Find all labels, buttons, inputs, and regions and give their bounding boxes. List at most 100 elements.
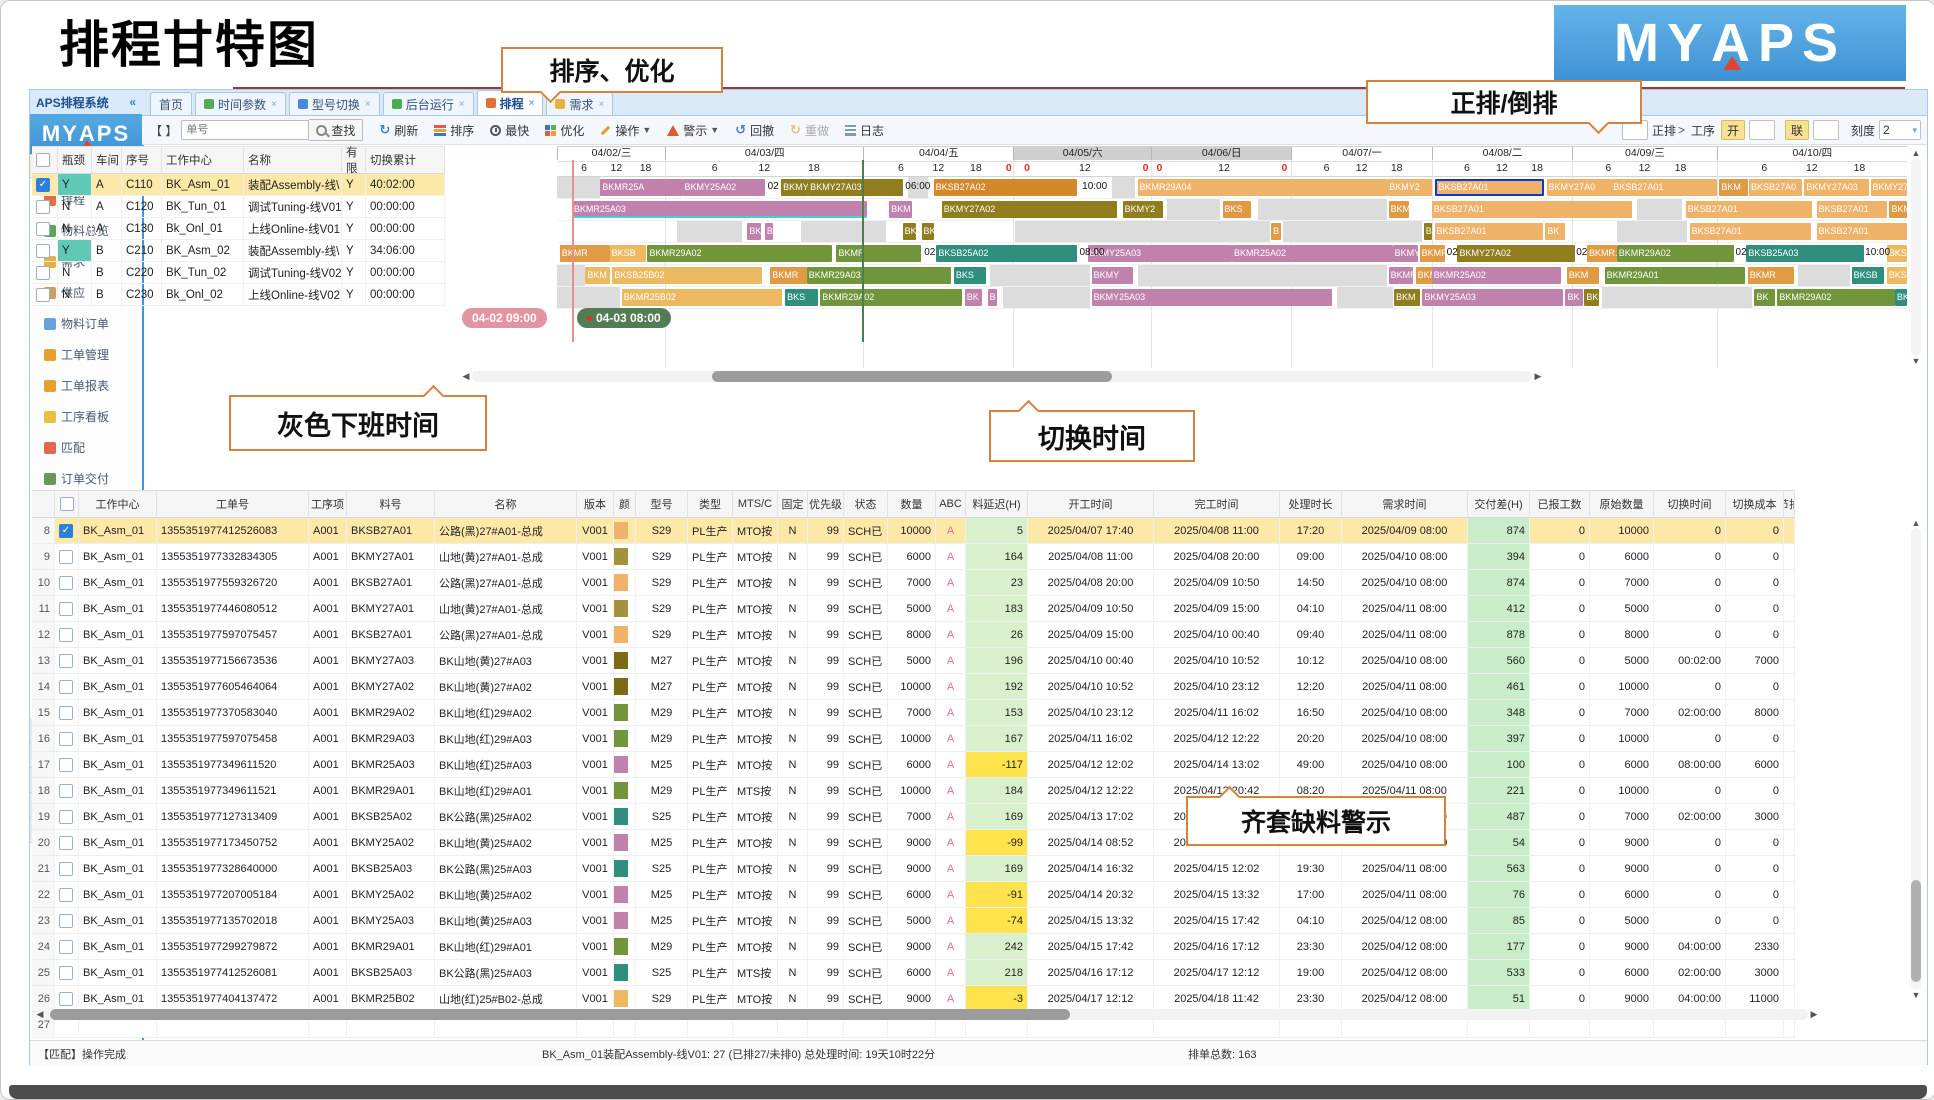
优化-button[interactable]: 优化	[545, 122, 584, 139]
scroll-left-icon[interactable]: ◀	[460, 371, 472, 382]
gantt-task-bar[interactable]: BKMR25A02	[1432, 267, 1562, 284]
row-checkbox[interactable]	[36, 266, 50, 280]
gantt-task-bar[interactable]: BKMR29A02	[820, 289, 962, 306]
最快-button[interactable]: 最快	[490, 122, 529, 139]
tab-后台运行[interactable]: 后台运行×	[383, 92, 474, 115]
process-box[interactable]	[1749, 120, 1775, 140]
row-checkbox[interactable]	[59, 550, 73, 564]
gantt-task-bar[interactable]: BKMR	[560, 245, 610, 262]
resource-row-C220[interactable]: NBC220BK_Tun_02调试Tuning-线V02Y00:00:00	[32, 262, 445, 284]
tab-时间参数[interactable]: 时间参数×	[195, 92, 286, 115]
row-checkbox[interactable]	[59, 654, 73, 668]
row-checkbox[interactable]	[59, 706, 73, 720]
gantt-task-bar[interactable]: BKM	[1389, 201, 1409, 218]
gantt-task-bar[interactable]: B	[765, 223, 773, 240]
gantt-task-bar[interactable]: BKMR29A02	[1617, 245, 1734, 262]
gantt-task-bar[interactable]: BKS	[954, 267, 986, 284]
排序-button[interactable]: 排序	[434, 122, 474, 139]
row-checkbox[interactable]	[59, 836, 73, 850]
gantt-task-bar[interactable]: BKM	[1719, 179, 1747, 196]
gantt-task-bar[interactable]: BKM	[1567, 267, 1599, 284]
gantt-vertical-scrollbar[interactable]: ▲ ▼	[1909, 148, 1923, 366]
row-checkbox[interactable]: ✓	[36, 178, 50, 192]
gantt-task-bar[interactable]: BKMY27A0	[1547, 179, 1612, 196]
row-checkbox[interactable]	[59, 784, 73, 798]
order-row-15[interactable]: 15BK_Asm_011355351977370583040A001BKMR29…	[32, 700, 1795, 726]
row-checkbox[interactable]	[59, 576, 73, 590]
select-all-checkbox[interactable]	[36, 153, 50, 167]
sidebar-item-8[interactable]: 工序看板	[44, 401, 142, 432]
order-row-8[interactable]: 8✓BK_Asm_011355351977412526083A001BKSB27…	[32, 518, 1795, 544]
row-checkbox[interactable]	[59, 940, 73, 954]
select-all-checkbox[interactable]	[60, 497, 74, 511]
scroll-right-icon[interactable]: ▶	[1532, 371, 1544, 382]
gantt-task-bar[interactable]: BKM	[585, 267, 609, 284]
sidebar-collapse-icon[interactable]: «	[129, 95, 136, 109]
gantt-horizontal-scrollbar[interactable]: ◀ ▶	[460, 370, 1544, 383]
gantt-task-bar[interactable]: BKMR25A03	[572, 201, 868, 218]
gantt-task-bar[interactable]: BKMY27A02	[1871, 179, 1907, 196]
gantt-task-bar[interactable]: BKMY2	[1387, 179, 1432, 196]
tab-close-icon[interactable]: ×	[598, 99, 604, 110]
gantt-task-bar[interactable]: BKSB27A01	[1686, 201, 1813, 218]
gantt-task-bar[interactable]: B	[988, 289, 997, 306]
table-vertical-scrollbar[interactable]: ▲ ▼	[1909, 518, 1923, 1000]
gantt-task-bar[interactable]: BKMR29A02	[647, 245, 832, 262]
gantt-task-bar[interactable]: BK	[1545, 223, 1565, 240]
row-checkbox[interactable]	[59, 602, 73, 616]
gantt-task-bar[interactable]: BKMR	[836, 245, 921, 262]
gantt-task-bar[interactable]: BKMR25A02	[1232, 245, 1393, 262]
gantt-task-bar[interactable]: BK	[903, 223, 917, 240]
gantt-task-bar[interactable]: BKMR	[1420, 245, 1446, 262]
gantt-task-bar[interactable]: BKMY27A03	[808, 179, 903, 196]
scroll-up-icon[interactable]: ▲	[1910, 148, 1922, 158]
tab-型号切换[interactable]: 型号切换×	[289, 92, 380, 115]
order-row-19[interactable]: 19BK_Asm_011355351977127313409A001BKSB25…	[32, 804, 1795, 830]
gantt-task-bar[interactable]: BKS	[785, 289, 817, 306]
row-checkbox[interactable]	[36, 222, 50, 236]
gantt-task-bar[interactable]: BKMR	[770, 267, 806, 284]
警示-button[interactable]: 警示▼	[667, 122, 719, 139]
order-search-input[interactable]	[181, 120, 309, 140]
回撤-button[interactable]: ↺回撤	[735, 122, 774, 139]
gantt-task-bar[interactable]: BK	[965, 289, 983, 306]
gantt-task-bar[interactable]: BKM	[889, 201, 912, 218]
order-row-10[interactable]: 10BK_Asm_011355351977559326720A001BKSB27…	[32, 570, 1795, 596]
time-marker-pill-green[interactable]: 04-03 08:00	[577, 308, 671, 328]
order-row-25[interactable]: 25BK_Asm_011355351977412526081A001BKSB25…	[32, 960, 1795, 986]
gantt-task-bar[interactable]: BKMR29A03	[807, 267, 951, 284]
row-checkbox[interactable]	[36, 288, 50, 302]
gantt-task-bar[interactable]: BKSB27A01	[1611, 179, 1716, 196]
sidebar-item-5[interactable]: 物料订单	[44, 308, 142, 339]
row-checkbox[interactable]	[59, 914, 73, 928]
gantt-task-bar[interactable]: BKSB27A01	[1690, 223, 1812, 240]
scroll-right-icon[interactable]: ▶	[1808, 1009, 1820, 1020]
gantt-task-bar[interactable]: BKMR25B02	[622, 289, 783, 306]
row-checkbox[interactable]	[59, 758, 73, 772]
gantt-task-bar[interactable]: BK	[1754, 289, 1774, 306]
order-row-13[interactable]: 13BK_Asm_011355351977156673536A001BKMY27…	[32, 648, 1795, 674]
刷新-button[interactable]: ↻刷新	[379, 122, 418, 139]
gantt-task-bar[interactable]: BK	[1584, 289, 1599, 306]
gantt-task-bar[interactable]: BKMY	[1092, 267, 1134, 284]
order-row-20[interactable]: 20BK_Asm_011355351977173450752A001BKMY25…	[32, 830, 1795, 856]
time-marker-pill-red[interactable]: 04-02 09:00	[462, 308, 547, 328]
gantt-task-bar[interactable]: B	[1271, 223, 1280, 240]
gantt-task-bar[interactable]: BK	[922, 223, 934, 240]
process-on-toggle[interactable]: 开	[1721, 120, 1745, 140]
gantt-task-bar[interactable]: BKMR29A02	[1777, 289, 1894, 306]
order-row-23[interactable]: 23BK_Asm_011355351977135702018A001BKMY25…	[32, 908, 1795, 934]
gantt-task-bar[interactable]: BKMY25A02	[683, 179, 765, 196]
gantt-task-bar[interactable]: B	[1424, 223, 1432, 240]
order-row-14[interactable]: 14BK_Asm_011355351977605464064A001BKMY27…	[32, 674, 1795, 700]
order-row-9[interactable]: 9BK_Asm_011355351977332834305A001BKMY27A…	[32, 544, 1795, 570]
gantt-task-bar[interactable]: BKMY27A03	[1804, 179, 1869, 196]
resource-row-C210[interactable]: YBC210BK_Asm_02装配Assembly-线\Y34:06:00	[32, 240, 445, 262]
gantt-task-bar[interactable]: BK	[747, 223, 761, 240]
操作-button[interactable]: 操作▼	[600, 122, 651, 139]
gantt-task-bar[interactable]: BKS	[1895, 289, 1907, 306]
日志-button[interactable]: 日志	[845, 122, 884, 139]
order-row-22[interactable]: 22BK_Asm_011355351977207005184A001BKMY25…	[32, 882, 1795, 908]
gantt-task-bar[interactable]: BKSB25A02	[936, 245, 1076, 262]
order-row-17[interactable]: 17BK_Asm_011355351977349611520A001BKMR25…	[32, 752, 1795, 778]
